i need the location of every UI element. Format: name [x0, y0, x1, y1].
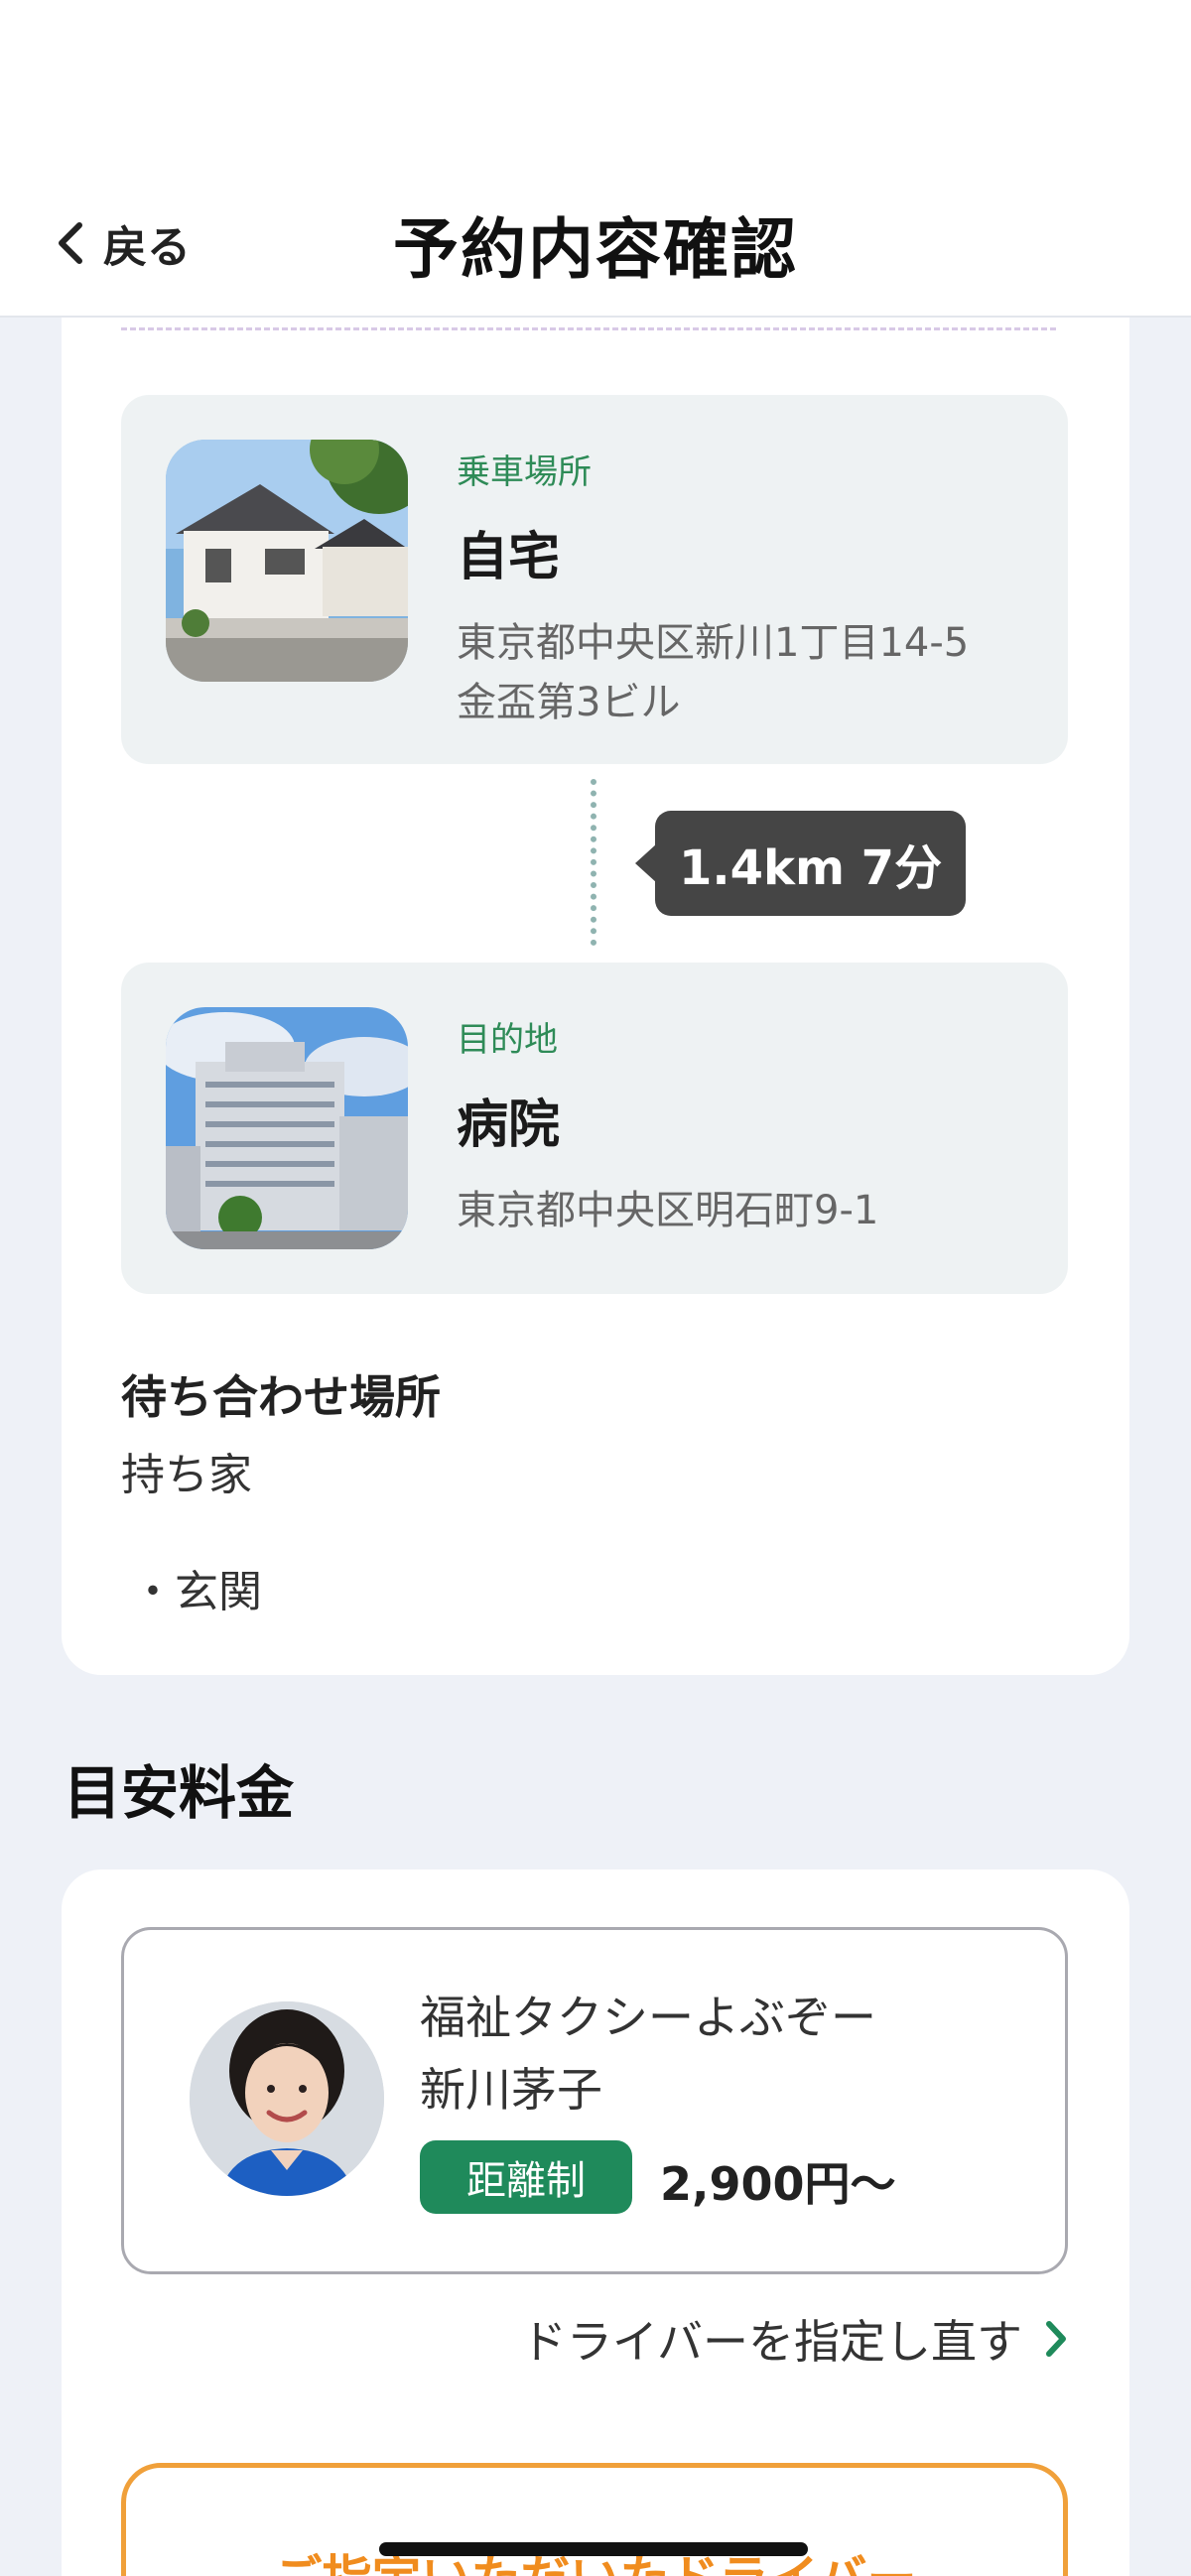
reselect-driver-label: ドライバーを指定し直す: [520, 2315, 1022, 2369]
navigation-bar: 戻る 予約内容確認: [0, 169, 1191, 318]
designated-driver-button[interactable]: ご指定いただいたドライバー: [121, 2463, 1068, 2576]
destination-name: 病院: [457, 1095, 561, 1155]
destination-text: 目的地 病院 東京都中央区明石町9-1: [457, 1012, 1038, 1240]
meeting-place-value: 持ち家: [121, 1450, 252, 1500]
driver-company: 福祉タクシーよぶぞー: [420, 1991, 876, 2044]
home-indicator: [379, 2542, 808, 2556]
destination-photo: [166, 1007, 408, 1249]
status-bar-area: [0, 0, 1191, 169]
pickup-name: 自宅: [457, 528, 561, 587]
pickup-photo: [166, 440, 408, 682]
pickup-address-line1: 東京都中央区新川1丁目14-5: [457, 620, 970, 666]
fare-card: 福祉タクシーよぶぞー 新川茅子 距離制 2,900円〜 ドライバーを指定し直す …: [62, 1869, 1129, 2576]
page-title: 予約内容確認: [393, 211, 798, 288]
pickup-text: 乗車場所 自宅 東京都中央区新川1丁目14-5 金盃第3ビル: [457, 445, 1038, 732]
driver-card[interactable]: 福祉タクシーよぶぞー 新川茅子 距離制 2,900円〜: [121, 1927, 1068, 2274]
route-card: 乗車場所 自宅 東京都中央区新川1丁目14-5 金盃第3ビル 1.4km 7分: [62, 248, 1129, 1675]
destination-location: 目的地 病院 東京都中央区明石町9-1: [121, 963, 1068, 1294]
destination-kind-label: 目的地: [457, 1020, 558, 1060]
driver-avatar: [190, 2001, 384, 2196]
fare-price: 2,900円〜: [660, 2157, 896, 2211]
reselect-driver-link[interactable]: ドライバーを指定し直す: [521, 2306, 1068, 2372]
pickup-address-line2: 金盃第3ビル: [457, 680, 681, 725]
route-connector: [591, 779, 596, 946]
driver-name: 新川茅子: [420, 2063, 602, 2117]
distance-time-badge: 1.4km 7分: [634, 811, 967, 916]
pickup-kind-label: 乗車場所: [457, 452, 592, 492]
chevron-right-icon: [1046, 2321, 1066, 2357]
meeting-point: ・玄関: [131, 1567, 262, 1617]
destination-address: 東京都中央区明石町9-1: [457, 1188, 879, 1233]
fare-section-title: 目安料金: [64, 1759, 295, 1827]
divider: [121, 327, 1056, 330]
fare-type-badge: 距離制: [420, 2140, 632, 2214]
meeting-place-title: 待ち合わせ場所: [121, 1370, 441, 1424]
pickup-location: 乗車場所 自宅 東京都中央区新川1丁目14-5 金盃第3ビル: [121, 395, 1068, 764]
